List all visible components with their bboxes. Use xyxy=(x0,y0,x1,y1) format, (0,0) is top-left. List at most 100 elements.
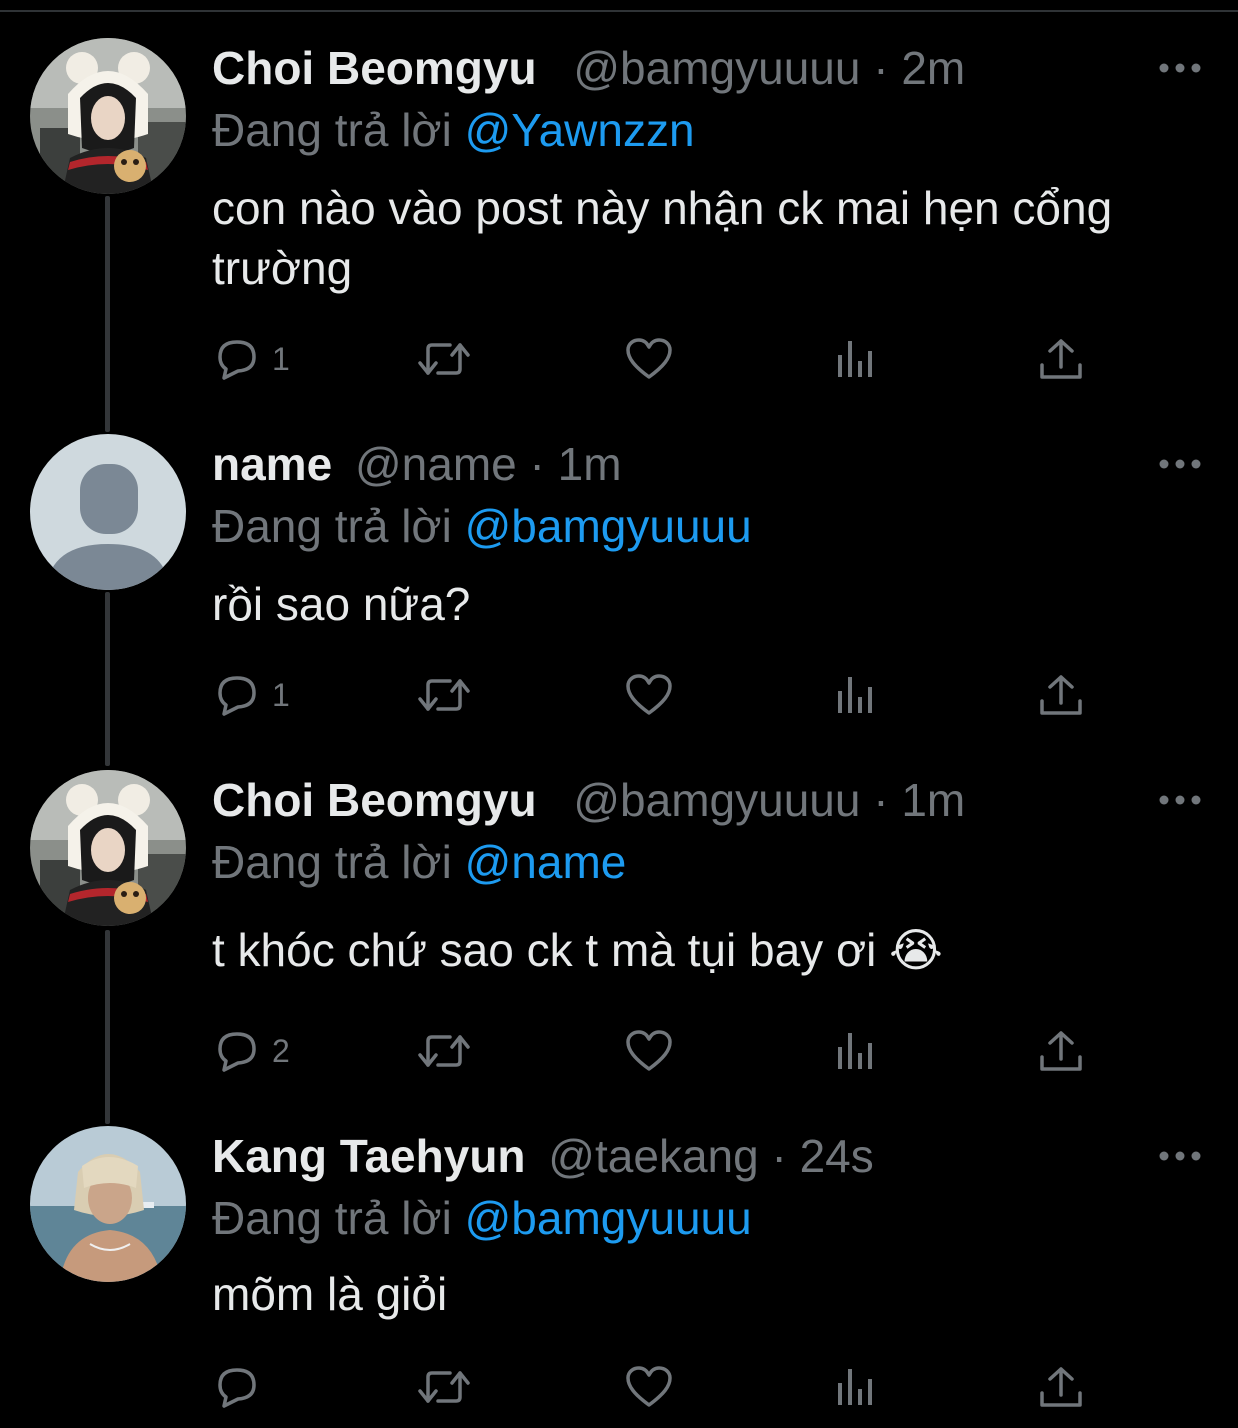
reply-icon xyxy=(218,1032,256,1072)
views-button[interactable] xyxy=(832,1026,882,1076)
reply-icon xyxy=(218,676,256,716)
action-bar: 1 xyxy=(212,334,1112,384)
retweet-icon xyxy=(418,1035,470,1067)
timestamp[interactable]: 2m xyxy=(901,42,965,94)
more-options-icon[interactable] xyxy=(1158,456,1202,472)
tweet-header: Kang Taehyun @taekang · 24s xyxy=(212,1126,874,1186)
reply-count: 2 xyxy=(272,1032,290,1069)
user-photo-avatar xyxy=(30,1126,186,1282)
views-button[interactable] xyxy=(832,334,882,384)
views-icon xyxy=(838,1369,872,1405)
top-divider xyxy=(0,10,1238,12)
display-name[interactable]: Choi Beomgyu xyxy=(212,774,537,826)
share-button[interactable] xyxy=(1038,1026,1084,1076)
like-icon xyxy=(626,674,672,715)
mention-link[interactable]: @Yawnzzn xyxy=(465,104,695,156)
avatar[interactable] xyxy=(30,1126,186,1282)
user-photo-avatar xyxy=(30,770,186,926)
retweet-button[interactable] xyxy=(414,1362,474,1412)
user-photo-avatar xyxy=(30,38,186,194)
reply-button[interactable] xyxy=(212,1362,272,1412)
replying-to-label: Đang trả lời xyxy=(212,1192,452,1244)
user-handle[interactable]: @taekang xyxy=(548,1130,758,1182)
avatar[interactable] xyxy=(30,38,186,194)
tweet-header: Choi Beomgyu @bamgyuuuu · 2m xyxy=(212,38,965,98)
tweet-header: Choi Beomgyu @bamgyuuuu · 1m xyxy=(212,770,965,830)
display-name[interactable]: Kang Taehyun xyxy=(212,1130,526,1182)
more-options-icon[interactable] xyxy=(1158,1148,1202,1164)
like-icon xyxy=(626,1030,672,1071)
separator-dot: · xyxy=(529,438,558,490)
share-icon xyxy=(1040,675,1082,715)
share-button[interactable] xyxy=(1038,1362,1084,1412)
tweet-text: t khóc chứ sao ck t mà tụi bay ơi 😭 xyxy=(212,924,943,976)
mention-link[interactable]: @bamgyuuuu xyxy=(465,500,752,552)
reply-count: 1 xyxy=(272,676,290,713)
timestamp[interactable]: 1m xyxy=(901,774,965,826)
replying-to-label: Đang trả lời xyxy=(212,836,452,888)
default-avatar-icon xyxy=(30,434,186,590)
tweet-header: name @name · 1m xyxy=(212,434,622,494)
mention-link[interactable]: @bamgyuuuu xyxy=(465,1192,752,1244)
separator-dot: · xyxy=(873,42,902,94)
replying-to-label: Đang trả lời xyxy=(212,104,452,156)
user-handle[interactable]: @bamgyuuuu xyxy=(573,42,860,94)
avatar[interactable] xyxy=(30,434,186,590)
reply-button[interactable]: 2 xyxy=(212,1026,290,1076)
reply-count: 1 xyxy=(272,340,290,377)
tweet-text: mõm là giỏi xyxy=(212,1268,448,1320)
views-button[interactable] xyxy=(832,1362,882,1412)
timestamp[interactable]: 1m xyxy=(558,438,622,490)
retweet-button[interactable] xyxy=(414,334,474,384)
user-handle[interactable]: @name xyxy=(355,438,517,490)
like-button[interactable] xyxy=(624,334,674,384)
action-bar: 2 xyxy=(212,1026,1112,1076)
tweet[interactable]: name @name · 1m Đang trả lời @bamgyuuuu … xyxy=(0,434,1238,734)
action-bar xyxy=(212,1362,1112,1412)
retweet-button[interactable] xyxy=(414,670,474,720)
replying-to: Đang trả lời @bamgyuuuu xyxy=(212,1188,752,1248)
separator-dot: · xyxy=(771,1130,800,1182)
share-icon xyxy=(1040,339,1082,379)
tweet[interactable]: Choi Beomgyu @bamgyuuuu · 1m Đang trả lờ… xyxy=(0,770,1238,1090)
separator-dot: · xyxy=(873,774,902,826)
like-button[interactable] xyxy=(624,1362,674,1412)
like-button[interactable] xyxy=(624,670,674,720)
reply-icon xyxy=(218,340,256,380)
retweet-icon xyxy=(418,343,470,375)
more-options-icon[interactable] xyxy=(1158,792,1202,808)
tweet-text: con nào vào post này nhận ck mai hẹn cổn… xyxy=(212,182,1113,294)
share-icon xyxy=(1040,1031,1082,1071)
retweet-icon xyxy=(418,1371,470,1403)
share-icon xyxy=(1040,1367,1082,1407)
replying-to: Đang trả lời @name xyxy=(212,832,626,892)
tweet[interactable]: Choi Beomgyu @bamgyuuuu · 2m Đang trả lờ… xyxy=(0,38,1238,398)
user-handle[interactable]: @bamgyuuuu xyxy=(573,774,860,826)
views-icon xyxy=(838,1033,872,1069)
like-icon xyxy=(626,1366,672,1407)
replying-to-label: Đang trả lời xyxy=(212,500,452,552)
views-icon xyxy=(838,341,872,377)
share-button[interactable] xyxy=(1038,334,1084,384)
tweet[interactable]: Kang Taehyun @taekang · 24s Đang trả lời… xyxy=(0,1126,1238,1426)
like-icon xyxy=(626,338,672,379)
timestamp[interactable]: 24s xyxy=(800,1130,874,1182)
reply-icon xyxy=(218,1368,256,1408)
more-options-icon[interactable] xyxy=(1158,60,1202,76)
avatar[interactable] xyxy=(30,770,186,926)
replying-to: Đang trả lời @Yawnzzn xyxy=(212,100,695,160)
retweet-button[interactable] xyxy=(414,1026,474,1076)
display-name[interactable]: name xyxy=(212,438,332,490)
display-name[interactable]: Choi Beomgyu xyxy=(212,42,537,94)
tweet-text: rồi sao nữa? xyxy=(212,578,471,630)
mention-link[interactable]: @name xyxy=(465,836,627,888)
reply-button[interactable]: 1 xyxy=(212,670,290,720)
views-button[interactable] xyxy=(832,670,882,720)
action-bar: 1 xyxy=(212,670,1112,720)
reply-button[interactable]: 1 xyxy=(212,334,290,384)
like-button[interactable] xyxy=(624,1026,674,1076)
replying-to: Đang trả lời @bamgyuuuu xyxy=(212,496,752,556)
share-button[interactable] xyxy=(1038,670,1084,720)
views-icon xyxy=(838,677,872,713)
retweet-icon xyxy=(418,679,470,711)
